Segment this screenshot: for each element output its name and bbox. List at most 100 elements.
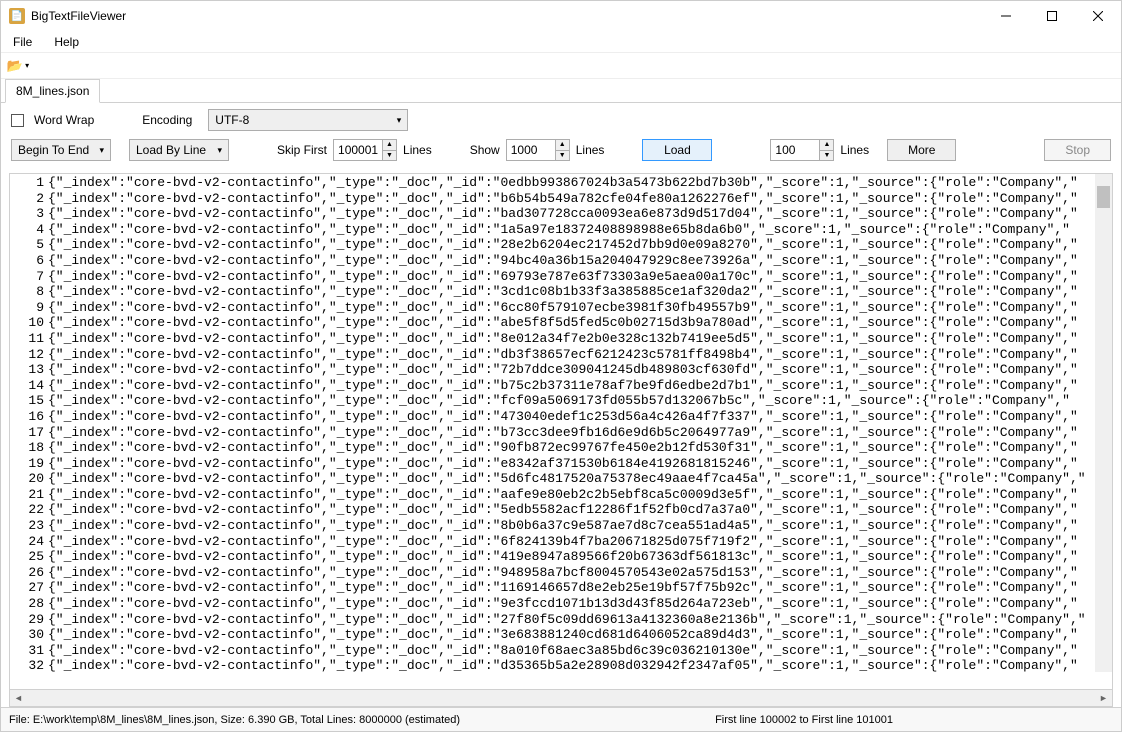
text-line[interactable]: 6{"_index":"core-bvd-v2-contactinfo","_t… [12,253,1110,269]
spin-down-icon[interactable]: ▼ [383,151,396,161]
line-content: {"_index":"core-bvd-v2-contactinfo","_ty… [48,253,1110,269]
text-line[interactable]: 1{"_index":"core-bvd-v2-contactinfo","_t… [12,175,1110,191]
menu-help[interactable]: Help [50,33,83,51]
spin-up-icon[interactable]: ▲ [383,140,396,151]
close-button[interactable] [1075,1,1121,31]
line-number: 8 [12,284,48,300]
spin-up-icon[interactable]: ▲ [820,140,833,151]
line-number: 3 [12,206,48,222]
text-line[interactable]: 17{"_index":"core-bvd-v2-contactinfo","_… [12,425,1110,441]
line-number: 7 [12,269,48,285]
text-line[interactable]: 30{"_index":"core-bvd-v2-contactinfo","_… [12,627,1110,643]
stop-button[interactable]: Stop [1044,139,1111,161]
text-line[interactable]: 19{"_index":"core-bvd-v2-contactinfo","_… [12,456,1110,472]
text-viewer[interactable]: 1 {"_index":"core-bvd-v2-contactinfo","_t… [9,173,1113,690]
text-line[interactable]: 20{"_index":"core-bvd-v2-contactinfo","_… [12,471,1110,487]
text-line[interactable]: 3{"_index":"core-bvd-v2-contactinfo","_t… [12,206,1110,222]
load-controls-row: Begin To End ▾ Load By Line ▾ Skip First… [1,137,1121,169]
titlebar: 📄 BigTextFileViewer [1,1,1121,31]
text-line[interactable]: 21{"_index":"core-bvd-v2-contactinfo","_… [12,487,1110,503]
show-unit: Lines [576,143,605,157]
more-spinner[interactable]: ▲▼ [770,139,834,161]
spin-down-icon[interactable]: ▼ [556,151,569,161]
close-icon [1093,11,1103,21]
text-line[interactable]: 8{"_index":"core-bvd-v2-contactinfo","_t… [12,284,1110,300]
show-label: Show [470,143,500,157]
show-input[interactable] [507,140,555,160]
status-file-info: File: E:\work\temp\8M_lines\8M_lines.jso… [9,714,460,726]
scroll-left-icon[interactable]: ◄ [10,693,27,703]
line-content: {"_index":"core-bvd-v2-contactinfo","_ty… [48,269,1110,285]
text-line[interactable]: 32{"_index":"core-bvd-v2-contactinfo","_… [12,658,1110,674]
minimize-button[interactable] [983,1,1029,31]
encoding-value: UTF-8 [215,113,249,127]
line-number: 10 [12,315,48,331]
text-line[interactable]: 4{"_index":"core-bvd-v2-contactinfo","_t… [12,222,1110,238]
vertical-scrollbar[interactable] [1095,174,1112,672]
line-content: {"_index":"core-bvd-v2-contactinfo","_ty… [48,362,1110,378]
spin-up-icon[interactable]: ▲ [556,140,569,151]
direction-select[interactable]: Begin To End ▾ [11,139,111,161]
text-line[interactable]: 13{"_index":"core-bvd-v2-contactinfo","_… [12,362,1110,378]
text-line[interactable]: 5{"_index":"core-bvd-v2-contactinfo","_t… [12,237,1110,253]
text-line[interactable]: 22{"_index":"core-bvd-v2-contactinfo","_… [12,502,1110,518]
line-content: {"_index":"core-bvd-v2-contactinfo","_ty… [48,596,1110,612]
line-content: {"_index":"core-bvd-v2-contactinfo","_ty… [48,284,1110,300]
line-number: 12 [12,347,48,363]
text-line[interactable]: 26{"_index":"core-bvd-v2-contactinfo","_… [12,565,1110,581]
line-content: {"_index":"core-bvd-v2-contactinfo","_ty… [48,409,1110,425]
text-line[interactable]: 10{"_index":"core-bvd-v2-contactinfo","_… [12,315,1110,331]
line-content: {"_index":"core-bvd-v2-contactinfo","_ty… [48,612,1110,628]
encoding-label: Encoding [142,113,192,127]
line-number: 32 [12,658,48,674]
tab-file[interactable]: 8M_lines.json [5,79,100,103]
encoding-select[interactable]: UTF-8 ▾ [208,109,408,131]
text-line[interactable]: 18{"_index":"core-bvd-v2-contactinfo","_… [12,440,1110,456]
scroll-right-icon[interactable]: ► [1095,693,1112,703]
more-button[interactable]: More [887,139,956,161]
text-line[interactable]: 14{"_index":"core-bvd-v2-contactinfo","_… [12,378,1110,394]
skip-first-spinner[interactable]: ▲▼ [333,139,397,161]
maximize-button[interactable] [1029,1,1075,31]
load-mode-select[interactable]: Load By Line ▾ [129,139,229,161]
text-line[interactable]: 11{"_index":"core-bvd-v2-contactinfo","_… [12,331,1110,347]
direction-value: Begin To End [18,143,89,157]
line-number: 31 [12,643,48,659]
line-number: 14 [12,378,48,394]
text-line[interactable]: 27{"_index":"core-bvd-v2-contactinfo","_… [12,580,1110,596]
text-line[interactable]: 23{"_index":"core-bvd-v2-contactinfo","_… [12,518,1110,534]
text-line[interactable]: 24{"_index":"core-bvd-v2-contactinfo","_… [12,534,1110,550]
skip-first-input[interactable] [334,140,382,160]
text-line[interactable]: 15{"_index":"core-bvd-v2-contactinfo","_… [12,393,1110,409]
line-number: 1 [12,175,48,191]
horizontal-scrollbar[interactable]: ◄ ► [9,690,1113,707]
text-line[interactable]: 28{"_index":"core-bvd-v2-contactinfo","_… [12,596,1110,612]
text-line[interactable]: 12{"_index":"core-bvd-v2-contactinfo","_… [12,347,1110,363]
line-content: {"_index":"core-bvd-v2-contactinfo","_ty… [48,347,1110,363]
scrollbar-thumb[interactable] [1097,186,1110,208]
text-line[interactable]: 2{"_index":"core-bvd-v2-contactinfo","_t… [12,191,1110,207]
word-wrap-checkbox[interactable] [11,114,24,127]
show-spinner[interactable]: ▲▼ [506,139,570,161]
line-content: {"_index":"core-bvd-v2-contactinfo","_ty… [48,487,1110,503]
line-number: 6 [12,253,48,269]
menu-file[interactable]: File [9,33,36,51]
app-icon: 📄 [9,8,25,24]
line-number: 19 [12,456,48,472]
line-content: {"_index":"core-bvd-v2-contactinfo","_ty… [48,315,1110,331]
open-file-button[interactable]: 📂▾ [7,56,29,76]
line-number: 13 [12,362,48,378]
text-line[interactable]: 7{"_index":"core-bvd-v2-contactinfo","_t… [12,269,1110,285]
text-line[interactable]: 25{"_index":"core-bvd-v2-contactinfo","_… [12,549,1110,565]
load-mode-value: Load By Line [136,143,206,157]
more-input[interactable] [771,140,819,160]
text-line[interactable]: 9{"_index":"core-bvd-v2-contactinfo","_t… [12,300,1110,316]
text-line[interactable]: 16{"_index":"core-bvd-v2-contactinfo","_… [12,409,1110,425]
load-button[interactable]: Load [642,139,712,161]
spin-down-icon[interactable]: ▼ [820,151,833,161]
options-row: Word Wrap Encoding UTF-8 ▾ [1,103,1121,137]
line-number: 26 [12,565,48,581]
text-line[interactable]: 29{"_index":"core-bvd-v2-contactinfo","_… [12,612,1110,628]
line-content: {"_index":"core-bvd-v2-contactinfo","_ty… [48,237,1110,253]
text-line[interactable]: 31{"_index":"core-bvd-v2-contactinfo","_… [12,643,1110,659]
